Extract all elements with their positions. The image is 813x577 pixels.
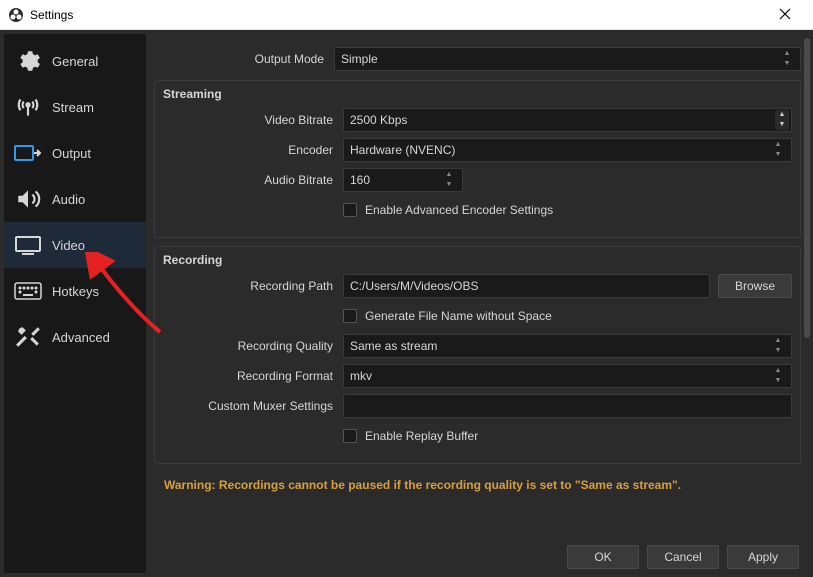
antenna-icon bbox=[14, 93, 42, 121]
sidebar-item-label: Hotkeys bbox=[52, 284, 99, 299]
recording-quality-select[interactable]: Same as stream ▲▼ bbox=[343, 334, 792, 358]
tools-icon bbox=[14, 323, 42, 351]
output-mode-row: Output Mode Simple ▲▼ bbox=[154, 46, 801, 72]
titlebar: Settings bbox=[0, 0, 813, 30]
advanced-encoder-checkbox[interactable] bbox=[343, 203, 357, 217]
recording-format-select[interactable]: mkv ▲▼ bbox=[343, 364, 792, 388]
spin-buttons[interactable]: ▲▼ bbox=[775, 110, 789, 130]
scrollbar[interactable] bbox=[803, 36, 811, 536]
sidebar-item-audio[interactable]: Audio bbox=[4, 176, 146, 222]
monitor-icon bbox=[14, 231, 42, 259]
advanced-encoder-label: Enable Advanced Encoder Settings bbox=[365, 203, 553, 217]
speaker-icon bbox=[14, 185, 42, 213]
sidebar-item-video[interactable]: Video bbox=[4, 222, 146, 268]
close-button[interactable] bbox=[765, 7, 805, 23]
streaming-title: Streaming bbox=[163, 87, 792, 101]
output-mode-label: Output Mode bbox=[154, 52, 334, 66]
replay-buffer-checkbox[interactable] bbox=[343, 429, 357, 443]
muxer-input[interactable] bbox=[343, 394, 792, 418]
sidebar-item-output[interactable]: Output bbox=[4, 130, 146, 176]
video-bitrate-spin[interactable]: 2500 Kbps ▲▼ bbox=[343, 108, 792, 132]
chevron-updown-icon: ▲▼ bbox=[771, 336, 785, 356]
footer-buttons: OK Cancel Apply bbox=[567, 545, 799, 569]
filename-nospace-label: Generate File Name without Space bbox=[365, 309, 552, 323]
video-bitrate-label: Video Bitrate bbox=[163, 113, 343, 127]
gear-icon bbox=[14, 47, 42, 75]
cancel-button[interactable]: Cancel bbox=[647, 545, 719, 569]
sidebar-item-advanced[interactable]: Advanced bbox=[4, 314, 146, 360]
sidebar-item-label: Audio bbox=[52, 192, 85, 207]
video-bitrate-value: 2500 Kbps bbox=[350, 113, 785, 127]
browse-button[interactable]: Browse bbox=[718, 274, 792, 298]
apply-button[interactable]: Apply bbox=[727, 545, 799, 569]
recording-quality-label: Recording Quality bbox=[163, 339, 343, 353]
content-panel: Output Mode Simple ▲▼ Streaming Video Bi… bbox=[150, 30, 813, 577]
encoder-select[interactable]: Hardware (NVENC) ▲▼ bbox=[343, 138, 792, 162]
encoder-value: Hardware (NVENC) bbox=[350, 143, 455, 157]
keyboard-icon bbox=[14, 277, 42, 305]
recording-quality-value: Same as stream bbox=[350, 339, 437, 353]
chevron-updown-icon: ▲▼ bbox=[771, 366, 785, 386]
recording-title: Recording bbox=[163, 253, 792, 267]
recording-format-label: Recording Format bbox=[163, 369, 343, 383]
sidebar-item-label: Output bbox=[52, 146, 91, 161]
sidebar-item-label: Advanced bbox=[52, 330, 110, 345]
sidebar-item-label: General bbox=[52, 54, 98, 69]
body: General Stream Output Audio bbox=[0, 30, 813, 577]
sidebar-item-hotkeys[interactable]: Hotkeys bbox=[4, 268, 146, 314]
recording-path-label: Recording Path bbox=[163, 279, 343, 293]
window-title: Settings bbox=[30, 8, 765, 22]
sidebar-item-label: Stream bbox=[52, 100, 94, 115]
output-mode-value: Simple bbox=[341, 52, 378, 66]
sidebar: General Stream Output Audio bbox=[4, 34, 146, 573]
warning-text: Warning: Recordings cannot be paused if … bbox=[154, 464, 801, 506]
sidebar-item-stream[interactable]: Stream bbox=[4, 84, 146, 130]
replay-buffer-label: Enable Replay Buffer bbox=[365, 429, 478, 443]
audio-bitrate-label: Audio Bitrate bbox=[163, 173, 343, 187]
chevron-updown-icon: ▲▼ bbox=[780, 49, 794, 69]
ok-button[interactable]: OK bbox=[567, 545, 639, 569]
chevron-updown-icon: ▲▼ bbox=[442, 170, 456, 190]
output-icon bbox=[14, 139, 42, 167]
filename-nospace-checkbox[interactable] bbox=[343, 309, 357, 323]
sidebar-item-label: Video bbox=[52, 238, 85, 253]
encoder-label: Encoder bbox=[163, 143, 343, 157]
audio-bitrate-select[interactable]: 160 ▲▼ bbox=[343, 168, 463, 192]
recording-path-input[interactable] bbox=[343, 274, 710, 298]
sidebar-item-general[interactable]: General bbox=[4, 38, 146, 84]
scrollbar-thumb[interactable] bbox=[804, 38, 810, 338]
muxer-label: Custom Muxer Settings bbox=[163, 399, 343, 413]
output-mode-select[interactable]: Simple ▲▼ bbox=[334, 47, 801, 71]
chevron-updown-icon: ▲▼ bbox=[771, 140, 785, 160]
recording-group: Recording Recording Path Browse Generate… bbox=[154, 246, 801, 464]
recording-format-value: mkv bbox=[350, 369, 372, 383]
audio-bitrate-value: 160 bbox=[350, 173, 370, 187]
app-icon bbox=[8, 7, 24, 23]
settings-window: Settings General Stream bbox=[0, 0, 813, 577]
streaming-group: Streaming Video Bitrate 2500 Kbps ▲▼ Enc… bbox=[154, 80, 801, 238]
